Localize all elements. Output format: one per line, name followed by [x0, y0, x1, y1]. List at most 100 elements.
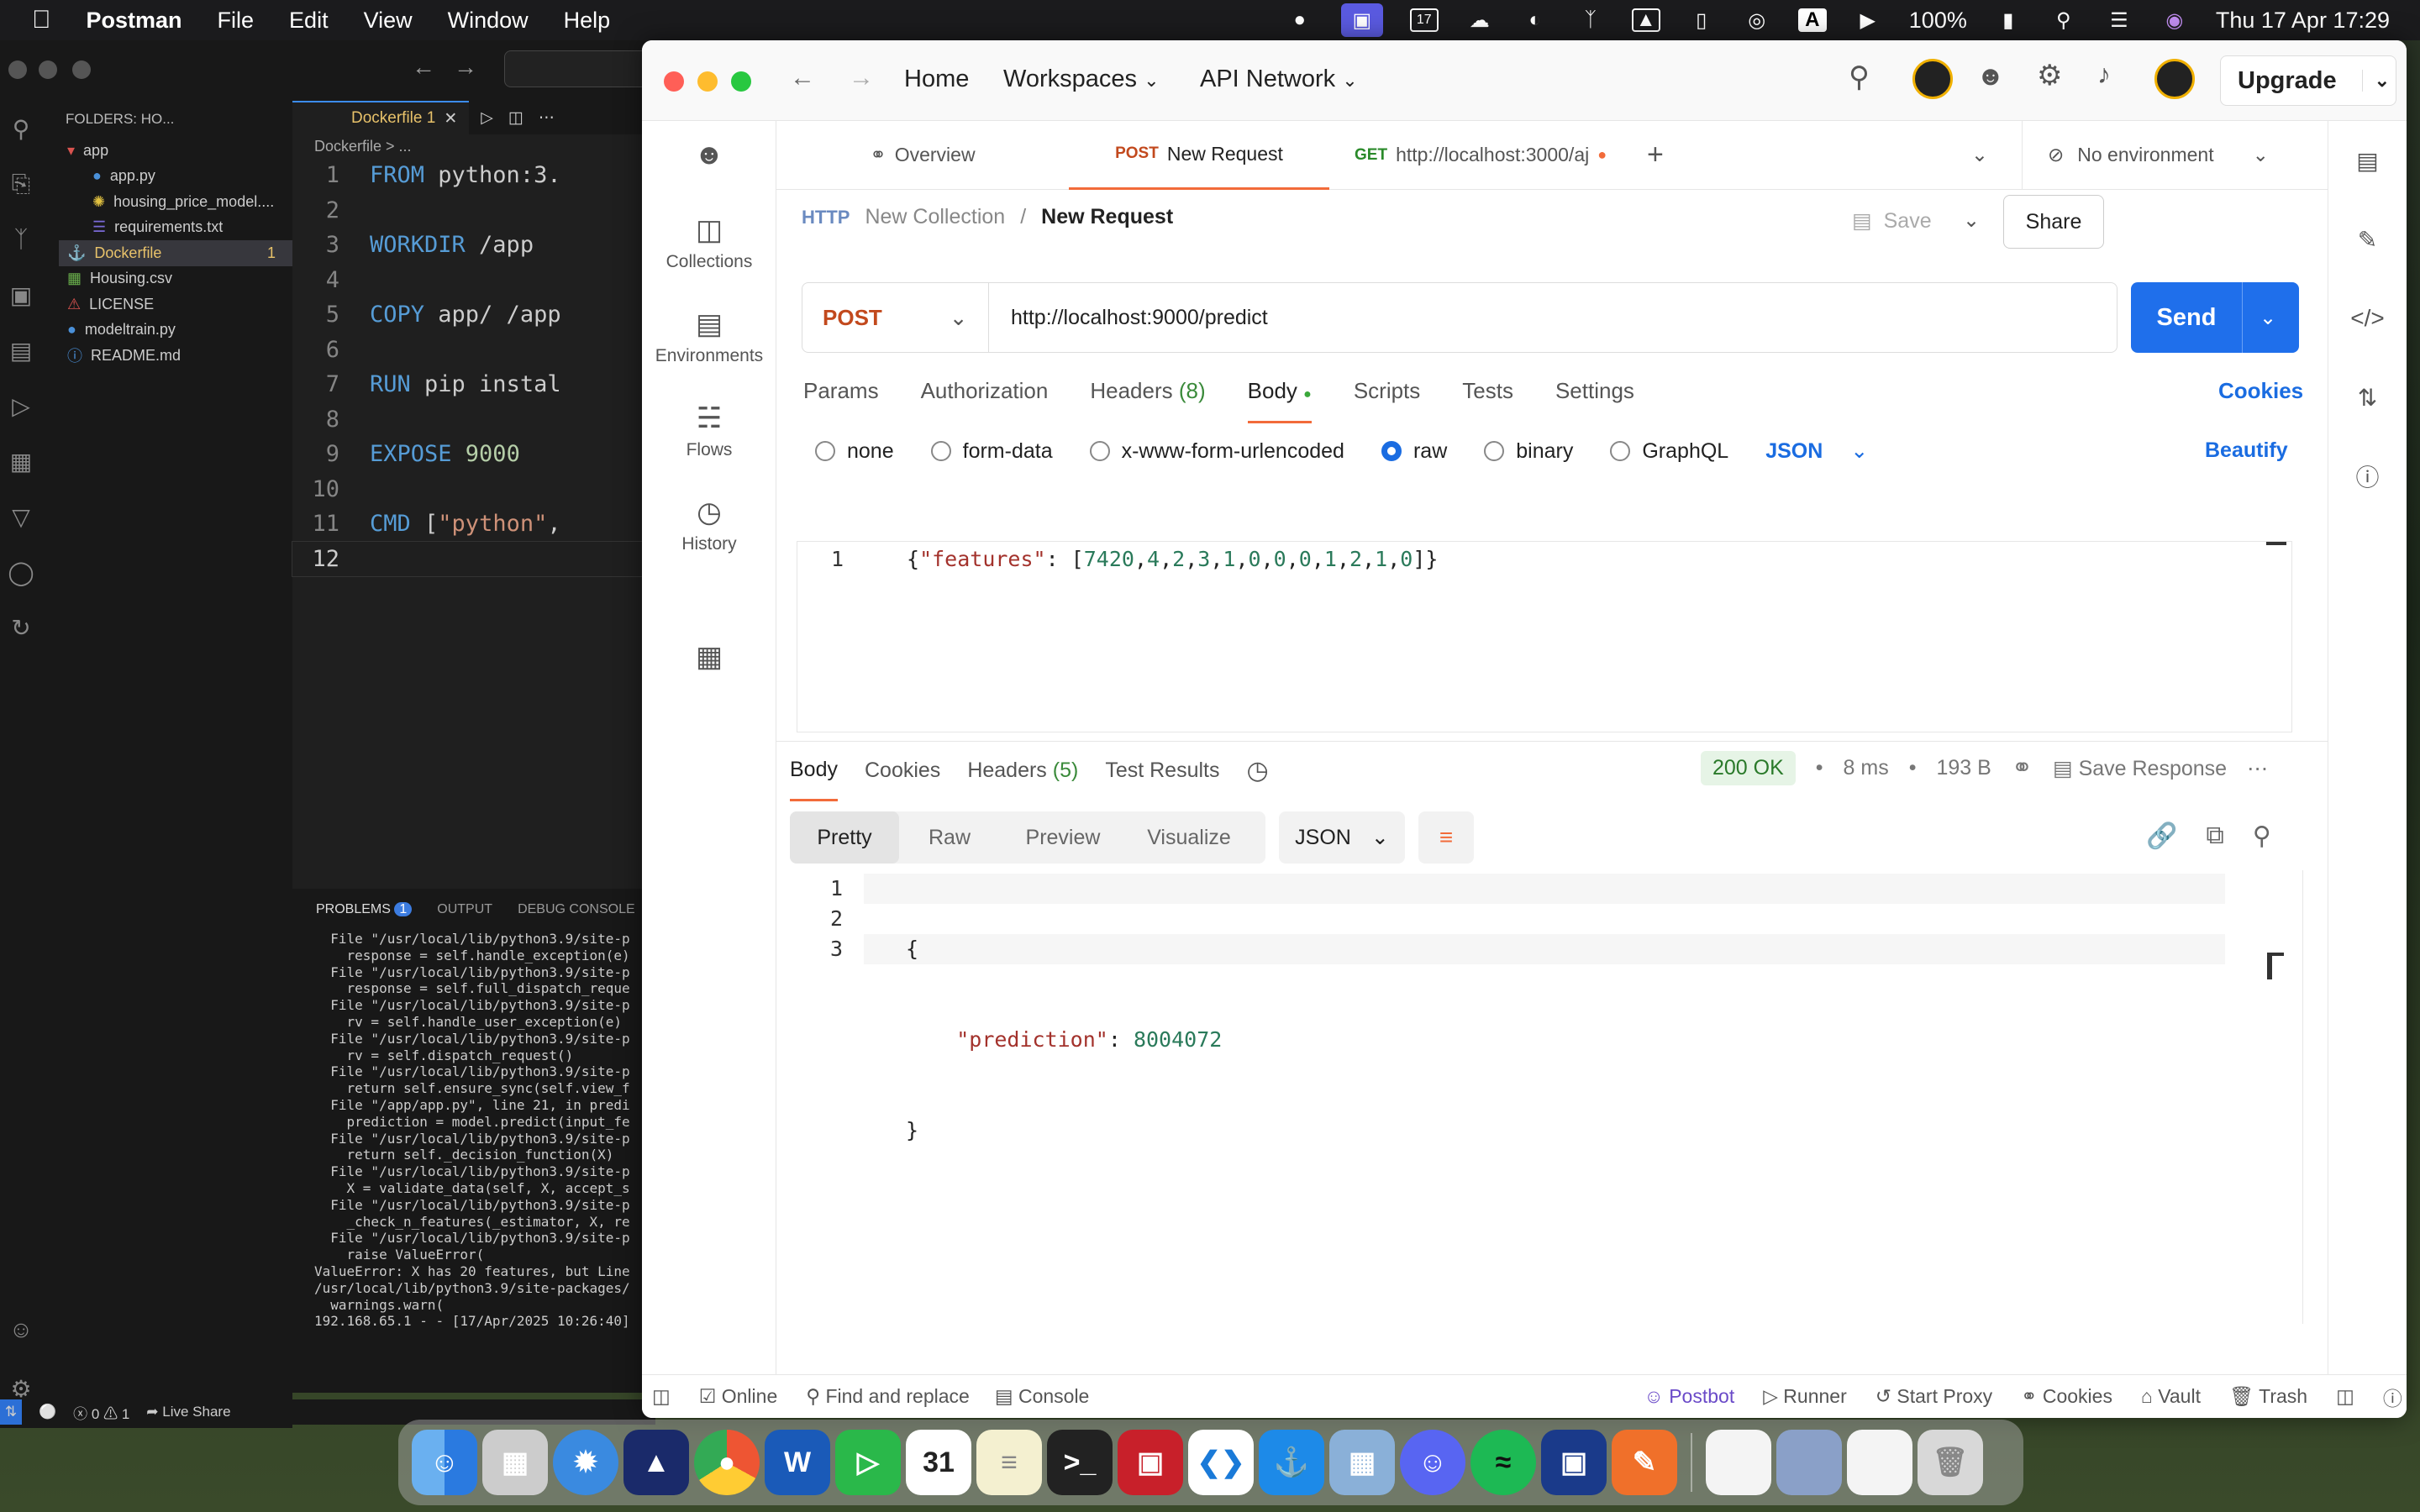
tab-params[interactable]: Params [803, 378, 879, 423]
method-select[interactable]: POST ⌄ [802, 282, 989, 353]
console-button[interactable]: ▤ Console [995, 1385, 1090, 1408]
forward-arrow-icon[interactable]: → [454, 54, 477, 81]
finder-icon[interactable]: ☺ [412, 1430, 477, 1495]
vault-button[interactable]: ⌂ Vault [2141, 1385, 2201, 1408]
environments-nav[interactable]: ▤ Environments [642, 299, 776, 366]
file-tree-item[interactable]: ⚓ Dockerfile 1 [59, 240, 292, 266]
radio-raw[interactable] [1381, 441, 1402, 461]
response-scrollbar[interactable] [2267, 953, 2284, 979]
safari-icon[interactable]: ✹ [553, 1430, 618, 1495]
new-tab-plus-icon[interactable]: + [1647, 139, 1664, 171]
request-body-editor[interactable]: 1 {"features": [7420,4,2,3,1,0,0,0,1,2,1… [797, 541, 2292, 732]
account-icon[interactable]: ☺ [0, 1302, 42, 1357]
menu-file[interactable]: File [218, 8, 255, 34]
team-nav[interactable]: ☻ [642, 129, 776, 171]
find-replace-button[interactable]: ⚲ Find and replace [806, 1385, 970, 1408]
search-icon[interactable]: ⚲ [0, 101, 42, 156]
save-button[interactable]: ▤ Save [1852, 208, 1932, 234]
menu-app-name[interactable]: Postman [87, 8, 182, 34]
tab-output[interactable]: OUTPUT [437, 902, 492, 917]
screenshot-thumbnail-icon[interactable] [1776, 1430, 1842, 1495]
file-tree-item[interactable]: ● modeltrain.py [59, 318, 292, 344]
breadcrumb-collection[interactable]: New Collection [865, 205, 1005, 229]
tab-headers[interactable]: Headers (8) [1090, 378, 1205, 423]
file-tree-item[interactable]: ▦ Housing.csv [59, 266, 292, 292]
tab-authorization[interactable]: Authorization [921, 378, 1049, 423]
response-tab-tests[interactable]: Test Results [1105, 759, 1219, 800]
response-size[interactable]: 193 B [1937, 756, 1991, 780]
search-icon[interactable]: ⚲ [2049, 8, 2078, 32]
online-status[interactable]: ☑ Online [699, 1385, 778, 1408]
status-badge[interactable]: 200 OK [1701, 751, 1796, 785]
view-preview[interactable]: Preview [1000, 826, 1126, 850]
bluetooth-icon[interactable]: ᛉ [1576, 8, 1605, 32]
flows-nav[interactable]: ☵ Flows [642, 393, 776, 460]
spotify-icon[interactable]: ≈ [1470, 1430, 1536, 1495]
tab-new-request[interactable]: POST New Request [1069, 121, 1329, 190]
info-icon[interactable]: ⓘ [2328, 437, 2407, 516]
zoom-button[interactable] [731, 71, 751, 92]
radio-graphql[interactable] [1610, 441, 1631, 461]
view-raw[interactable]: Raw [899, 826, 1000, 850]
url-input[interactable]: http://localhost:9000/predict [989, 306, 1268, 330]
run-debug-icon[interactable]: ▷ [0, 378, 42, 433]
forward-arrow-icon[interactable]: → [849, 64, 874, 92]
word-icon[interactable]: W [765, 1430, 830, 1495]
tab-body[interactable]: Body ● [1247, 378, 1312, 423]
back-arrow-icon[interactable]: ← [412, 54, 435, 81]
cookies-button[interactable]: ⚭ Cookies [2021, 1385, 2112, 1408]
postman-dock-icon[interactable]: ▣ [1541, 1430, 1607, 1495]
testing-icon[interactable]: ▽ [0, 489, 42, 544]
explorer-icon[interactable]: ⎘ [0, 156, 42, 212]
affinity-icon[interactable]: ▲ [623, 1430, 689, 1495]
menu-view[interactable]: View [364, 8, 413, 34]
tabs-dropdown-icon[interactable]: ⌄ [1971, 143, 1988, 167]
chevron-down-icon[interactable]: ⌄ [2361, 70, 2390, 92]
remote-icon[interactable]: ↻ [0, 600, 42, 655]
airdrop-icon[interactable]: ◎ [1743, 8, 1771, 32]
more-icon[interactable]: ⋯ [539, 108, 555, 128]
beautify-button[interactable]: Beautify [2205, 438, 2288, 463]
help-icon[interactable]: ⓘ [2383, 1383, 2402, 1411]
related-icon[interactable]: ⇅ [2328, 358, 2407, 437]
document-thumbnail-icon[interactable] [1706, 1430, 1771, 1495]
file-tree-item[interactable]: ✺ housing_price_model.... [59, 189, 292, 215]
response-history-icon[interactable]: ◷ [1247, 756, 1269, 802]
vscode-close-button[interactable] [8, 60, 27, 79]
tab-overview[interactable]: ⚭ Overview [776, 121, 1069, 190]
send-dropdown-icon[interactable]: ⌄ [2242, 282, 2276, 353]
command-center[interactable] [504, 50, 655, 87]
file-tree-item[interactable]: ☰ requirements.txt [59, 215, 292, 241]
apple-icon[interactable]:  [32, 6, 51, 34]
calendar-icon[interactable]: 31 [906, 1430, 971, 1495]
tab-tests[interactable]: Tests [1462, 378, 1513, 423]
response-tab-headers[interactable]: Headers (5) [967, 759, 1078, 800]
breadcrumb-request[interactable]: New Request [1041, 205, 1173, 229]
search-icon[interactable]: ⚲ [1849, 60, 1870, 94]
trash-button[interactable]: 🗑 Trash [2229, 1385, 2307, 1408]
remote-indicator-icon[interactable]: ⇅ [0, 1399, 22, 1425]
menu-window[interactable]: Window [448, 8, 529, 34]
save-dropdown-icon[interactable]: ⌄ [1963, 208, 1980, 233]
runner-button[interactable]: ▷ Runner [1763, 1385, 1847, 1408]
body-format-select[interactable]: JSON ⌄ [1765, 438, 1868, 464]
battery-icon[interactable]: ▮ [1994, 8, 2023, 32]
invite-user-icon[interactable]: ☻ [1976, 60, 2005, 92]
vscode-zoom-button[interactable] [72, 60, 91, 79]
weather-icon[interactable]: ☁ [1465, 8, 1494, 32]
calendar-icon[interactable]: 17 [1409, 8, 1439, 32]
radio-urlencoded[interactable] [1089, 441, 1110, 461]
terminal-icon[interactable]: >_ [1047, 1430, 1113, 1495]
documentation-icon[interactable]: ▤ [2328, 121, 2407, 200]
editor-scrollbar[interactable] [2266, 542, 2286, 545]
settings-gear-icon[interactable]: ⚙ [2037, 59, 2062, 92]
file-tree-item[interactable]: ⓘ README.md [59, 343, 292, 369]
file-tree-item[interactable]: ▾ app [59, 138, 292, 164]
discord-icon[interactable]: ☺ [1400, 1430, 1465, 1495]
layout-icon[interactable]: ◫ [2336, 1385, 2354, 1408]
chrome-icon[interactable]: ● [694, 1430, 760, 1495]
environment-selector[interactable]: ⊘ No environment ⌄ [2021, 120, 2306, 190]
live-share-button[interactable]: ➦ Live Share [146, 1404, 230, 1420]
sidebar-toggle-icon[interactable]: ◫ [652, 1385, 671, 1408]
source-control-icon[interactable]: ᛉ [0, 212, 42, 267]
